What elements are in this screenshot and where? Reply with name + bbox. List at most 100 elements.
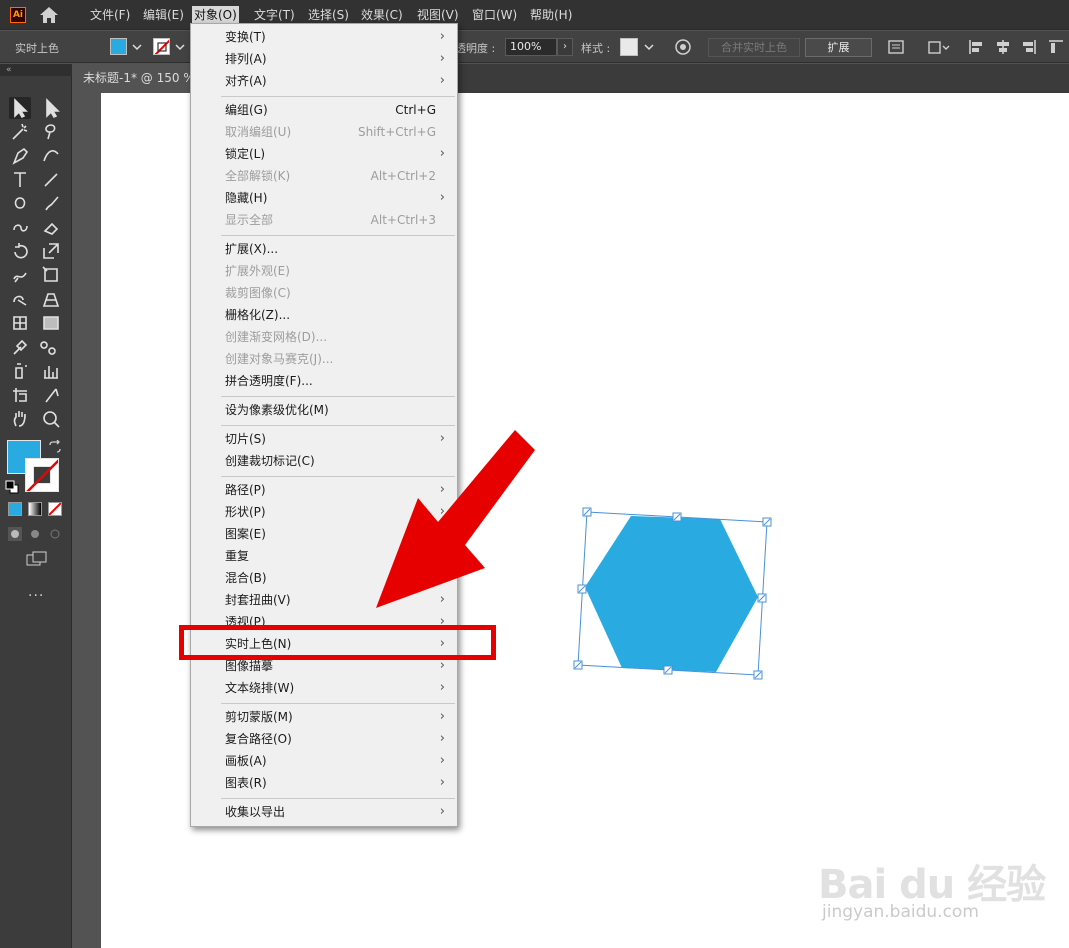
- menu-item-label: 隐藏(H): [225, 191, 268, 205]
- hexagon-shape[interactable]: [585, 516, 758, 672]
- submenu-arrow-icon: ›: [439, 592, 445, 607]
- eyedropper-tool-icon[interactable]: [9, 336, 31, 358]
- menu-item-22[interactable]: 重复: [192, 545, 456, 567]
- column-graph-tool-icon[interactable]: [40, 360, 62, 382]
- menu-item-label: 创建对象马赛克(J)...: [225, 352, 334, 366]
- menu-item-label: 全部解锁(K): [225, 169, 291, 183]
- menu-item-label: 创建裁切标记(C): [225, 454, 315, 468]
- submenu-arrow-icon: ›: [439, 526, 445, 541]
- menu-item-label: 创建渐变网格(D)...: [225, 330, 328, 344]
- submenu-arrow-icon: ›: [439, 731, 445, 746]
- menu-item-0[interactable]: 变换(T) ›: [192, 26, 456, 48]
- menu-item-24[interactable]: 封套扭曲(V) ›: [192, 589, 456, 611]
- zoom-tool-icon[interactable]: [40, 408, 62, 430]
- submenu-arrow-icon: ›: [439, 570, 445, 585]
- menu-item-7[interactable]: 隐藏(H) ›: [192, 187, 456, 209]
- menu-item-shortcut: Alt+Ctrl+3: [370, 213, 436, 227]
- stroke-color-box[interactable]: [25, 458, 59, 492]
- submenu-arrow-icon: ›: [439, 29, 445, 44]
- submenu-arrow-icon: ›: [439, 753, 445, 768]
- more-tools-button[interactable]: ...: [28, 584, 44, 600]
- direct-selection-tool-icon[interactable]: [40, 97, 62, 119]
- menu-separator: [221, 703, 455, 704]
- line-tool-icon[interactable]: [40, 168, 62, 190]
- watermark-url: jingyan.baidu.com: [822, 902, 979, 922]
- artwork-layer: [573, 507, 772, 680]
- menu-separator: [221, 425, 455, 426]
- menu-item-11: 裁剪图像(C): [192, 282, 456, 304]
- magic-wand-tool-icon[interactable]: [9, 120, 31, 142]
- menu-item-label: 对齐(A): [225, 74, 267, 88]
- lasso-tool-icon[interactable]: [40, 120, 62, 142]
- menu-item-label: 剪切蒙版(M): [225, 710, 293, 724]
- none-mode-button[interactable]: [48, 502, 62, 516]
- menu-item-20[interactable]: 形状(P) ›: [192, 501, 456, 523]
- menu-item-12[interactable]: 栅格化(Z)...: [192, 304, 456, 326]
- warp-tool-icon[interactable]: [9, 264, 31, 286]
- menu-item-1[interactable]: 排列(A) ›: [192, 48, 456, 70]
- rotate-tool-icon[interactable]: [9, 240, 31, 262]
- curvature-tool-icon[interactable]: [40, 144, 62, 166]
- scale-tool-icon[interactable]: [40, 240, 62, 262]
- menu-item-10: 扩展外观(E): [192, 260, 456, 282]
- paintbrush-tool-icon[interactable]: [40, 192, 62, 214]
- menu-item-label: 路径(P): [225, 483, 266, 497]
- perspective-grid-tool-icon[interactable]: [40, 288, 62, 310]
- hand-tool-icon[interactable]: [9, 408, 31, 430]
- menu-item-3[interactable]: 编组(G) Ctrl+G: [192, 99, 456, 121]
- menu-item-label: 裁剪图像(C): [225, 286, 291, 300]
- menu-item-29[interactable]: 剪切蒙版(M) ›: [192, 706, 456, 728]
- screen-mode-icon[interactable]: [26, 551, 48, 567]
- menu-item-2[interactable]: 对齐(A) ›: [192, 70, 456, 92]
- menu-item-4: 取消编组(U) Shift+Ctrl+G: [192, 121, 456, 143]
- gradient-mode-button[interactable]: [28, 502, 42, 516]
- menu-separator: [221, 476, 455, 477]
- submenu-arrow-icon: ›: [439, 504, 445, 519]
- menu-item-19[interactable]: 路径(P) ›: [192, 479, 456, 501]
- menu-item-label: 图表(R): [225, 776, 267, 790]
- tools-panel-header[interactable]: «: [0, 64, 72, 76]
- menu-item-14: 创建对象马赛克(J)...: [192, 348, 456, 370]
- menu-item-label: 编组(G): [225, 103, 268, 117]
- menu-item-18[interactable]: 创建裁切标记(C): [192, 450, 456, 472]
- artboard-tool-icon[interactable]: [9, 384, 31, 406]
- menu-item-30[interactable]: 复合路径(O) ›: [192, 728, 456, 750]
- menu-item-21[interactable]: 图案(E) ›: [192, 523, 456, 545]
- menu-item-17[interactable]: 切片(S) ›: [192, 428, 456, 450]
- gradient-tool-icon[interactable]: [40, 312, 62, 334]
- menu-separator: [221, 396, 455, 397]
- blend-tool-icon[interactable]: [40, 336, 62, 358]
- mesh-tool-icon[interactable]: [9, 312, 31, 334]
- symbol-sprayer-tool-icon[interactable]: [9, 360, 31, 382]
- color-mode-button[interactable]: [8, 502, 22, 516]
- menu-item-33[interactable]: 收集以导出 ›: [192, 801, 456, 823]
- menu-item-31[interactable]: 画板(A) ›: [192, 750, 456, 772]
- type-tool-icon[interactable]: [9, 168, 31, 190]
- menu-item-label: 封套扭曲(V): [225, 593, 291, 607]
- menu-item-23[interactable]: 混合(B) ›: [192, 567, 456, 589]
- ellipse-tool-icon[interactable]: [9, 192, 31, 214]
- menu-separator: [221, 798, 455, 799]
- highlight-box: [179, 625, 496, 660]
- menu-item-label: 拼合透明度(F)...: [225, 374, 313, 388]
- default-colors-icon[interactable]: [5, 480, 19, 494]
- menu-item-32[interactable]: 图表(R) ›: [192, 772, 456, 794]
- menu-item-16[interactable]: 设为像素级优化(M): [192, 399, 456, 421]
- menu-item-9[interactable]: 扩展(X)...: [192, 238, 456, 260]
- menu-item-15[interactable]: 拼合透明度(F)...: [192, 370, 456, 392]
- menu-item-5[interactable]: 锁定(L) ›: [192, 143, 456, 165]
- menu-item-28[interactable]: 文本绕排(W) ›: [192, 677, 456, 699]
- swap-colors-icon[interactable]: [48, 440, 62, 454]
- menu-item-label: 排列(A): [225, 52, 267, 66]
- selection-tool-icon[interactable]: [9, 97, 31, 119]
- menu-item-label: 收集以导出: [225, 805, 286, 819]
- free-transform-tool-icon[interactable]: [40, 264, 62, 286]
- submenu-arrow-icon: ›: [439, 431, 445, 446]
- draw-mode-icons[interactable]: [8, 527, 66, 541]
- pen-tool-icon[interactable]: [9, 144, 31, 166]
- slice-tool-icon[interactable]: [40, 384, 62, 406]
- shape-builder-tool-icon[interactable]: [9, 288, 31, 310]
- eraser-tool-icon[interactable]: [40, 216, 62, 238]
- shaper-tool-icon[interactable]: [9, 216, 31, 238]
- submenu-arrow-icon: ›: [439, 775, 445, 790]
